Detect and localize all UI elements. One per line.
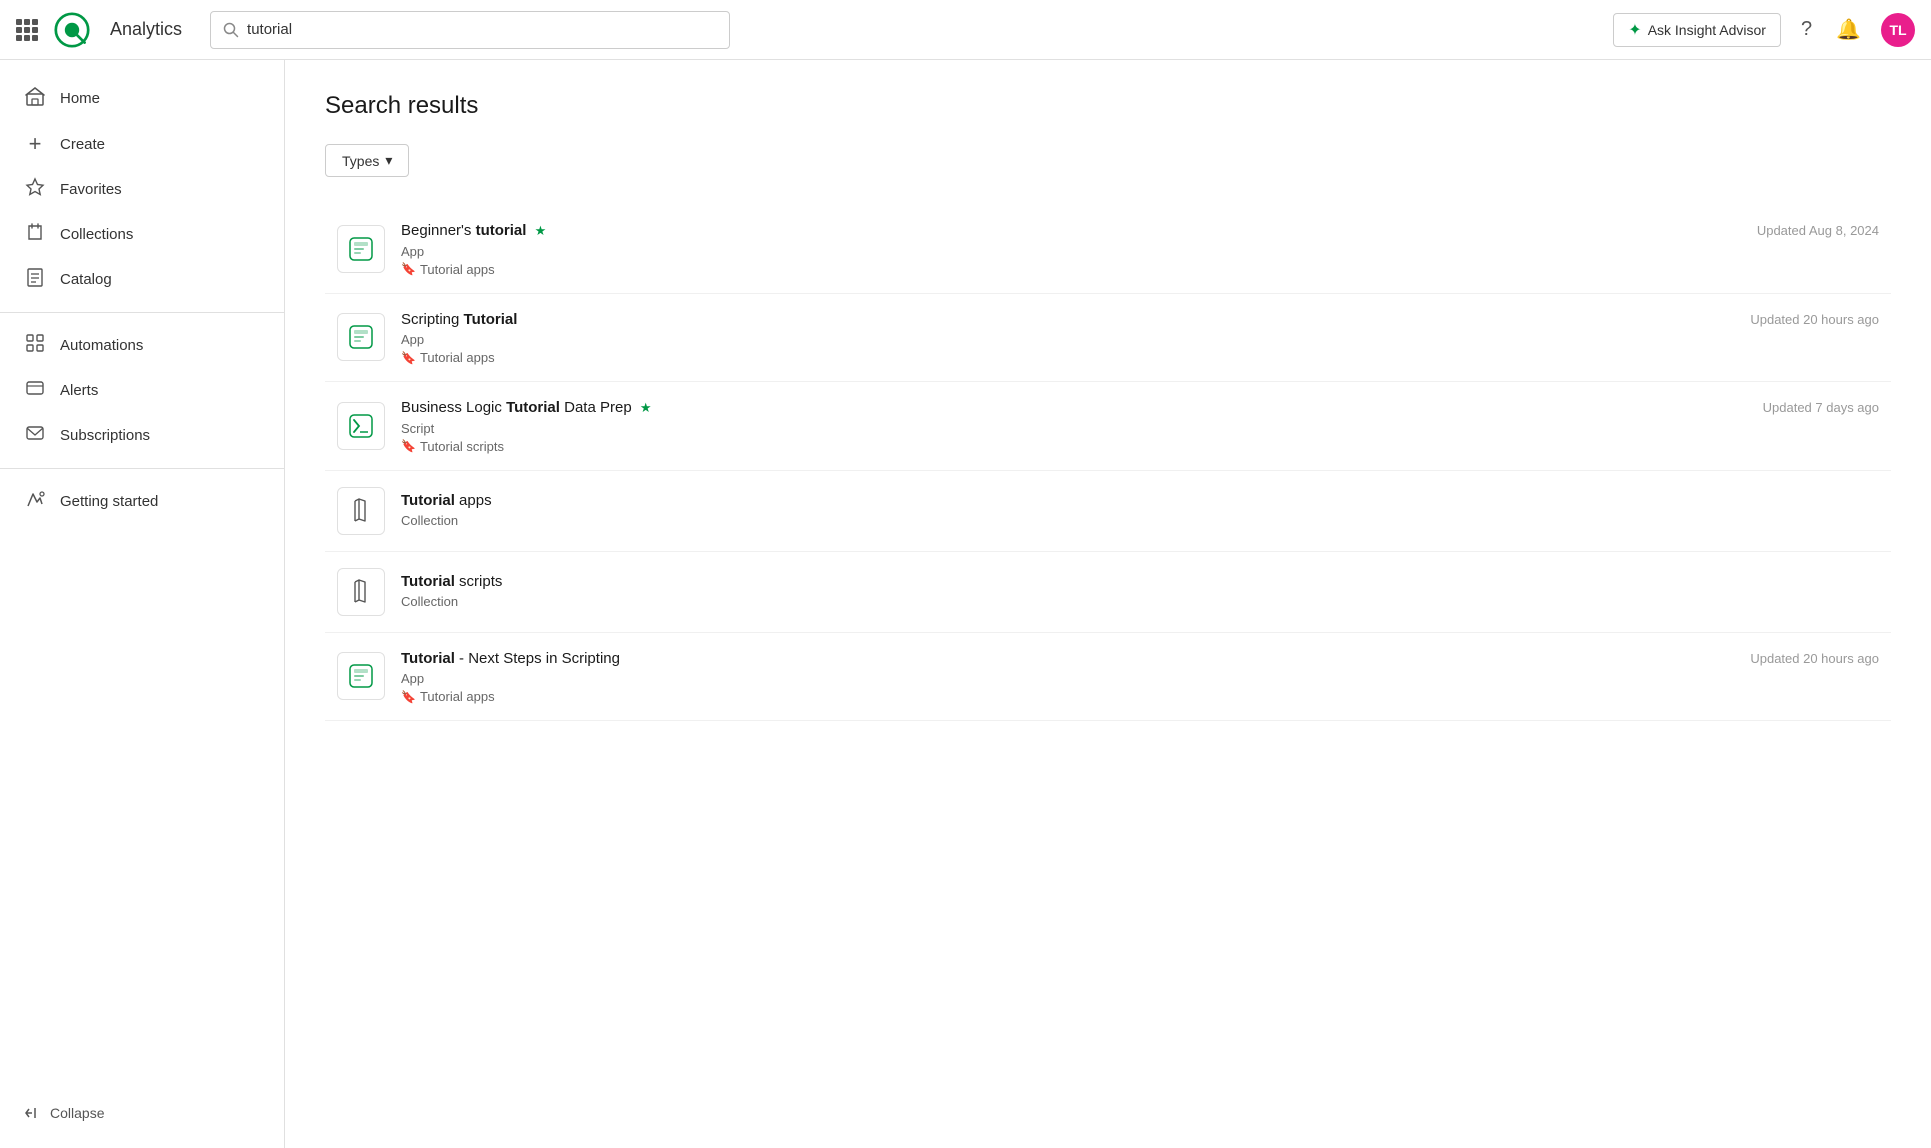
page-title: Search results — [325, 92, 1891, 120]
sidebar-label-collections: Collections — [60, 226, 133, 243]
sidebar-label-automations: Automations — [60, 337, 143, 354]
collapse-label: Collapse — [50, 1105, 104, 1121]
result-collection-6: 🔖 Tutorial apps — [401, 689, 1734, 704]
sidebar-bottom: Collapse — [0, 1094, 284, 1132]
sidebar-item-home[interactable]: Home — [0, 76, 284, 121]
result-info-3: Business Logic Tutorial Data Prep ★ Scri… — [401, 398, 1747, 454]
sidebar-label-getting-started: Getting started — [60, 493, 158, 510]
content-area: Search results Types ▾ Beginner's tutori… — [285, 60, 1931, 1148]
result-icon-4 — [337, 487, 385, 535]
sidebar-divider-2 — [0, 468, 284, 469]
catalog-icon — [24, 267, 46, 292]
result-title-4: Tutorial apps — [401, 491, 1879, 511]
result-type-5: Collection — [401, 594, 1879, 609]
result-info-6: Tutorial - Next Steps in Scripting App 🔖… — [401, 649, 1734, 705]
help-button[interactable]: ? — [1797, 14, 1816, 45]
result-item-3[interactable]: Business Logic Tutorial Data Prep ★ Scri… — [325, 382, 1891, 471]
sidebar-label-catalog: Catalog — [60, 271, 112, 288]
result-info-4: Tutorial apps Collection — [401, 491, 1879, 531]
automations-icon — [24, 333, 46, 358]
sidebar-label-create: Create — [60, 136, 105, 153]
app-name: Analytics — [110, 19, 182, 40]
result-type-6: App — [401, 671, 1734, 686]
sidebar-item-create[interactable]: + Create — [0, 121, 284, 167]
collection-link-icon-6: 🔖 — [401, 690, 416, 704]
result-icon-2 — [337, 313, 385, 361]
sidebar-label-favorites: Favorites — [60, 181, 122, 198]
types-label: Types — [342, 153, 379, 169]
result-collection-3: 🔖 Tutorial scripts — [401, 439, 1747, 454]
collection-link-icon-2: 🔖 — [401, 351, 416, 365]
sidebar-label-home: Home — [60, 90, 100, 107]
result-collection-2: 🔖 Tutorial apps — [401, 350, 1734, 365]
notifications-button[interactable]: 🔔 — [1832, 13, 1865, 46]
topbar-right: ✦ Ask Insight Advisor ? 🔔 TL — [1613, 13, 1915, 47]
result-date-2: Updated 20 hours ago — [1750, 310, 1879, 327]
sidebar-label-subscriptions: Subscriptions — [60, 427, 150, 444]
collections-icon — [24, 222, 46, 247]
result-type-3: Script — [401, 421, 1747, 436]
sidebar-item-subscriptions[interactable]: Subscriptions — [0, 413, 284, 458]
search-input[interactable] — [247, 21, 717, 38]
home-icon — [24, 86, 46, 111]
result-title-1: Beginner's tutorial ★ — [401, 221, 1741, 241]
topbar: Analytics ✦ Ask Insight Advisor ? 🔔 TL — [0, 0, 1931, 60]
sidebar-divider-1 — [0, 312, 284, 313]
main-layout: Home + Create Favorites Collections Cata… — [0, 60, 1931, 1148]
sidebar-label-alerts: Alerts — [60, 382, 98, 399]
sidebar-item-catalog[interactable]: Catalog — [0, 257, 284, 302]
sparkle-icon: ✦ — [1628, 20, 1641, 40]
result-title-2: Scripting Tutorial — [401, 310, 1734, 330]
grid-menu-icon[interactable] — [16, 19, 38, 41]
result-type-2: App — [401, 332, 1734, 347]
result-info-5: Tutorial scripts Collection — [401, 572, 1879, 612]
result-icon-6 — [337, 652, 385, 700]
favorites-icon — [24, 177, 46, 202]
result-type-4: Collection — [401, 513, 1879, 528]
avatar[interactable]: TL — [1881, 13, 1915, 47]
sidebar-item-alerts[interactable]: Alerts — [0, 368, 284, 413]
sidebar-item-getting-started[interactable]: Getting started — [0, 479, 284, 524]
result-item-5[interactable]: Tutorial scripts Collection — [325, 552, 1891, 633]
create-icon: + — [24, 131, 46, 157]
result-item-6[interactable]: Tutorial - Next Steps in Scripting App 🔖… — [325, 633, 1891, 722]
search-icon — [223, 22, 239, 38]
result-icon-1 — [337, 225, 385, 273]
alerts-icon — [24, 378, 46, 403]
result-title-6: Tutorial - Next Steps in Scripting — [401, 649, 1734, 669]
search-bar[interactable] — [210, 11, 730, 49]
collection-link-icon-1: 🔖 — [401, 262, 416, 276]
sidebar: Home + Create Favorites Collections Cata… — [0, 60, 285, 1148]
chevron-down-icon: ▾ — [385, 152, 392, 169]
insight-btn-label: Ask Insight Advisor — [1648, 22, 1766, 38]
collection-link-icon-3: 🔖 — [401, 439, 416, 453]
result-info-2: Scripting Tutorial App 🔖 Tutorial apps — [401, 310, 1734, 366]
result-icon-5 — [337, 568, 385, 616]
subscriptions-icon — [24, 423, 46, 448]
result-date-1: Updated Aug 8, 2024 — [1757, 221, 1879, 238]
result-list: Beginner's tutorial ★ App 🔖 Tutorial app… — [325, 205, 1891, 721]
insight-advisor-button[interactable]: ✦ Ask Insight Advisor — [1613, 13, 1781, 47]
result-item-1[interactable]: Beginner's tutorial ★ App 🔖 Tutorial app… — [325, 205, 1891, 294]
types-filter-button[interactable]: Types ▾ — [325, 144, 409, 177]
result-date-3: Updated 7 days ago — [1763, 398, 1879, 415]
collapse-button[interactable]: Collapse — [24, 1104, 260, 1122]
result-title-5: Tutorial scripts — [401, 572, 1879, 592]
sidebar-item-favorites[interactable]: Favorites — [0, 167, 284, 212]
collapse-icon — [24, 1104, 42, 1122]
sidebar-item-collections[interactable]: Collections — [0, 212, 284, 257]
qlik-logo — [54, 12, 90, 48]
result-item-2[interactable]: Scripting Tutorial App 🔖 Tutorial apps U… — [325, 294, 1891, 383]
result-item-4[interactable]: Tutorial apps Collection — [325, 471, 1891, 552]
sidebar-item-automations[interactable]: Automations — [0, 323, 284, 368]
result-info-1: Beginner's tutorial ★ App 🔖 Tutorial app… — [401, 221, 1741, 277]
result-type-1: App — [401, 244, 1741, 259]
result-collection-1: 🔖 Tutorial apps — [401, 262, 1741, 277]
result-icon-3 — [337, 402, 385, 450]
getting-started-icon — [24, 489, 46, 514]
result-title-3: Business Logic Tutorial Data Prep ★ — [401, 398, 1747, 418]
result-date-6: Updated 20 hours ago — [1750, 649, 1879, 666]
